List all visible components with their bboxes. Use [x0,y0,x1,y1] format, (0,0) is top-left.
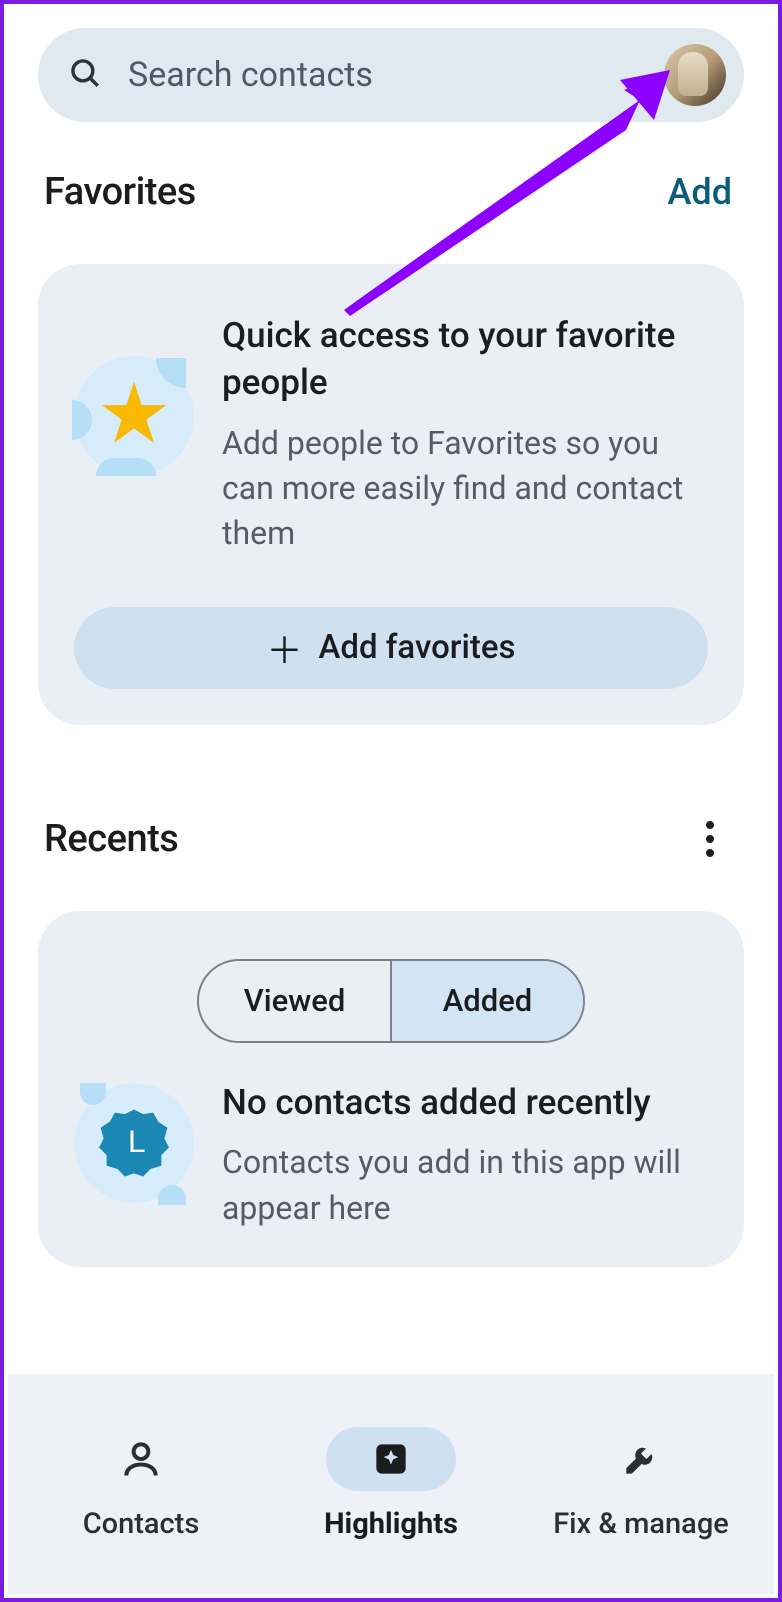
nav-fix-manage-label: Fix & manage [553,1507,729,1541]
nav-highlights-label: Highlights [324,1507,458,1541]
recents-overflow-button[interactable] [688,817,732,861]
search-placeholder: Search contacts [128,55,664,95]
plus-icon: ＋ [266,622,302,674]
wrench-icon [576,1427,706,1491]
nav-highlights[interactable]: Highlights [266,1427,516,1541]
svg-text:L: L [128,1123,146,1159]
star-illustration: ★ [74,356,194,476]
recents-header-row: Recents [4,817,778,861]
add-favorites-button[interactable]: ＋ Add favorites [74,607,708,689]
recents-card: Viewed Added L No contacts added recentl… [38,911,744,1267]
bottom-navigation: Contacts Highlights Fix & manage [8,1374,774,1594]
account-avatar[interactable] [664,44,726,106]
search-bar[interactable]: Search contacts [38,28,744,122]
favorites-header-row: Favorites Add [4,170,778,214]
clock-illustration: L [74,1083,194,1203]
tab-added[interactable]: Added [392,961,583,1041]
person-icon [76,1427,206,1491]
nav-contacts-label: Contacts [83,1507,200,1541]
add-favorites-label: Add favorites [318,628,515,667]
star-icon: ★ [96,372,171,456]
favorites-empty-card: ★ Quick access to your favorite people A… [38,264,744,725]
sparkle-icon [326,1427,456,1491]
search-icon [68,56,102,94]
recents-heading: Recents [44,817,178,861]
recents-segmented-control: Viewed Added [197,959,585,1043]
favorites-card-subtitle: Add people to Favorites so you can more … [222,421,708,557]
nav-fix-manage[interactable]: Fix & manage [516,1427,766,1541]
favorites-heading: Favorites [44,170,196,214]
nav-contacts[interactable]: Contacts [16,1427,266,1541]
recents-card-subtitle: Contacts you add in this app will appear… [222,1140,708,1231]
add-favorite-link[interactable]: Add [668,171,732,213]
recents-card-title: No contacts added recently [222,1079,708,1126]
tab-viewed[interactable]: Viewed [199,961,390,1041]
clock-icon: L [96,1105,172,1181]
favorites-card-title: Quick access to your favorite people [222,312,708,407]
